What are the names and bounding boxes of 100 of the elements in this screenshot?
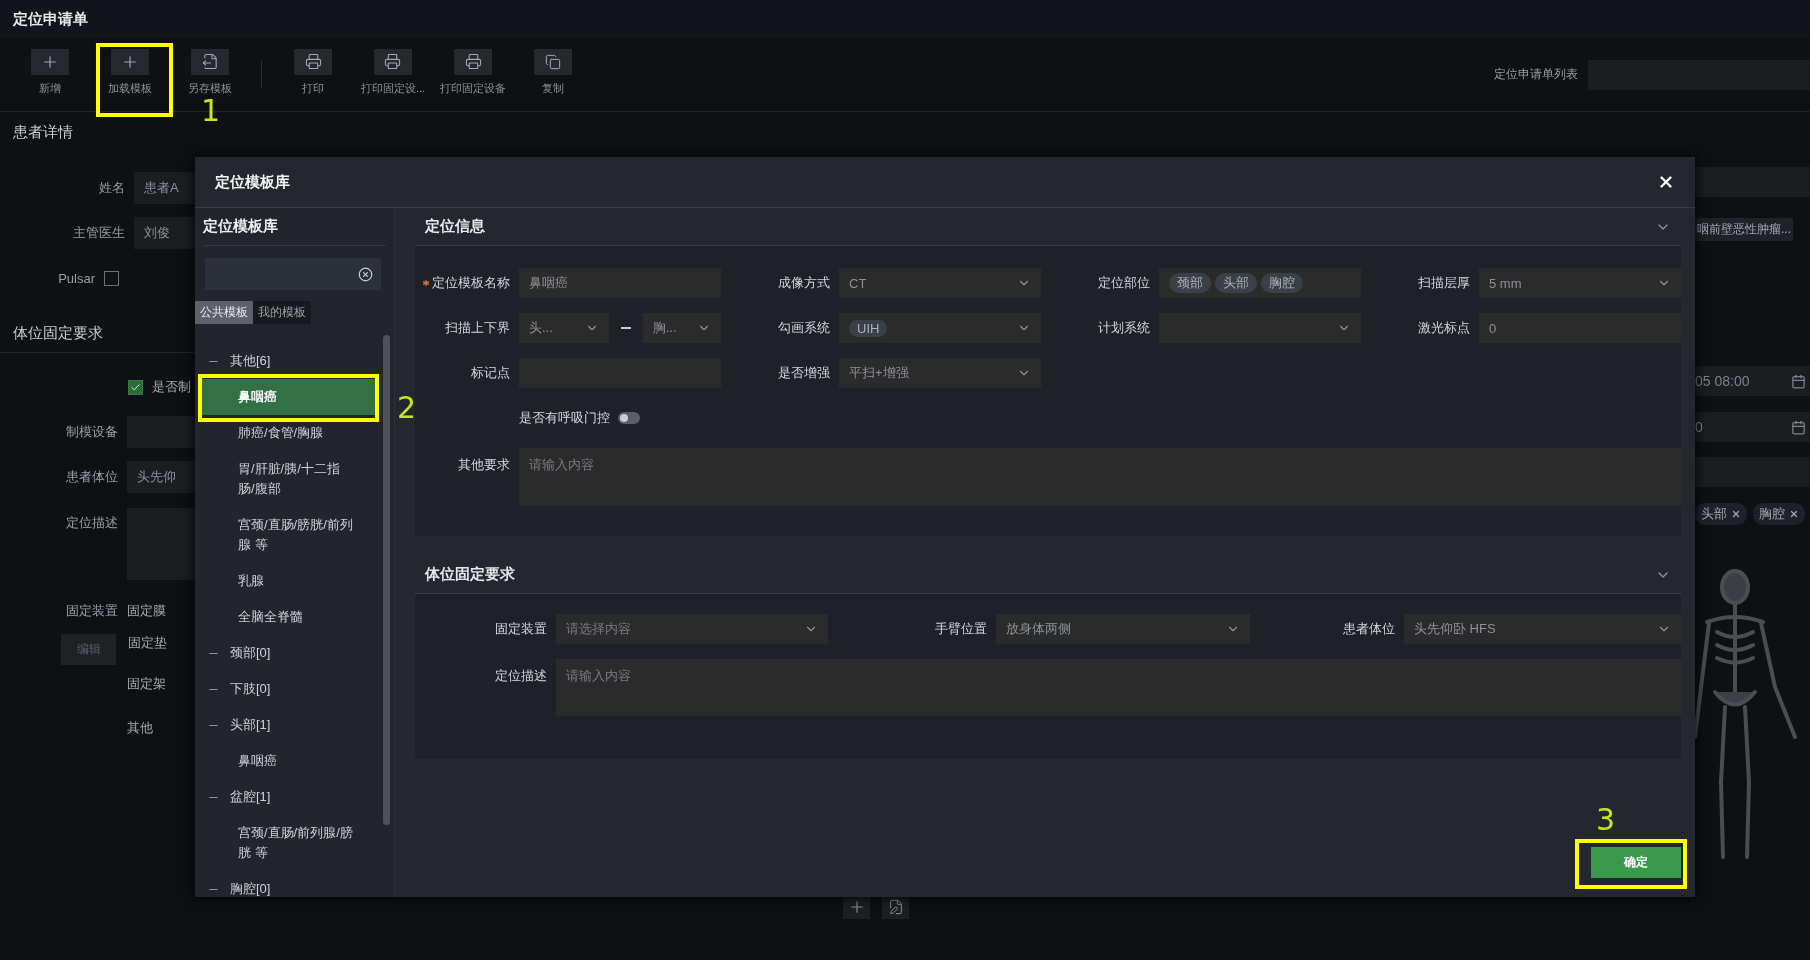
tab[interactable]: 我的模板 xyxy=(253,301,311,324)
input-field[interactable]: 刘俊 xyxy=(134,217,195,249)
step-number: 1 xyxy=(201,96,221,126)
toolbar-button[interactable]: 打印固定设备 xyxy=(440,48,506,101)
tree-group[interactable]: 胸腔[0] xyxy=(230,880,271,897)
toolbar-button[interactable]: 复制 xyxy=(534,48,572,101)
confirm-button[interactable]: 确定 xyxy=(1591,847,1681,878)
input-field[interactable] xyxy=(1695,166,1810,197)
select-field[interactable]: 5 mm xyxy=(1479,268,1681,298)
select-field[interactable]: 放身体两侧 xyxy=(996,614,1250,644)
plus-icon[interactable] xyxy=(843,895,870,919)
select-field[interactable]: CT xyxy=(839,268,1041,298)
field-label: 定位描述 xyxy=(494,667,547,685)
select-field[interactable]: 头... xyxy=(519,313,609,343)
input-field[interactable]: 头先仰 xyxy=(127,461,195,493)
close-button[interactable] xyxy=(1657,173,1675,191)
tag: 颈部 xyxy=(1169,273,1211,293)
tree-item[interactable]: 宫颈/直肠/前列腺/膀胱 等 xyxy=(201,815,378,871)
field-label: 姓名 xyxy=(98,179,125,197)
field-label: 其他要求 xyxy=(457,456,510,474)
field-label: 患者体位 xyxy=(1342,620,1395,638)
step-number: 3 xyxy=(1596,805,1616,835)
field-label: 成像方式 xyxy=(777,274,830,292)
input-field[interactable]: 0 xyxy=(1479,313,1681,343)
checkbox[interactable] xyxy=(104,270,119,286)
input-field[interactable]: 鼻咽癌 xyxy=(519,268,721,298)
select-field[interactable]: 胸... xyxy=(642,313,721,343)
field-label: 固定装置 xyxy=(494,620,547,638)
plus-icon xyxy=(31,48,69,75)
toolbar-button[interactable]: 打印 xyxy=(294,48,332,101)
printer-icon xyxy=(454,48,492,75)
field-label: 勾画系统 xyxy=(777,319,830,337)
tree-group[interactable]: 颈部[0] xyxy=(230,644,271,662)
tree-group[interactable]: 头部[1] xyxy=(230,716,271,734)
select-field[interactable] xyxy=(1159,313,1361,343)
toggle-label: 是否有呼吸门控 xyxy=(519,409,610,427)
file-export-icon xyxy=(191,48,229,75)
device-label: 固定垫 xyxy=(128,633,167,652)
toolbar-button[interactable]: 新增 xyxy=(31,48,69,101)
printer-icon xyxy=(374,48,412,75)
tree-group[interactable]: 其他[6] xyxy=(230,352,271,370)
select-field[interactable]: 头先仰卧 HFS xyxy=(1404,614,1681,644)
tag: 头部 xyxy=(1215,273,1257,293)
checkbox-label: 是否制 xyxy=(152,378,191,396)
close-icon[interactable] xyxy=(1789,509,1799,519)
close-icon[interactable] xyxy=(1731,509,1741,519)
tab[interactable]: 公共模板 xyxy=(195,301,253,324)
tree-item[interactable]: 全脑全脊髓 xyxy=(201,599,378,635)
tag: UIH xyxy=(849,319,888,337)
field-label: 扫描层厚 xyxy=(1417,274,1470,292)
list-label: 定位申请单列表 xyxy=(1494,66,1578,83)
field-label: 标记点 xyxy=(470,364,510,382)
dialog-title: 定位模板库 xyxy=(215,172,290,192)
toggle-switch[interactable] xyxy=(618,412,640,424)
tree-group[interactable]: 盆腔[1] xyxy=(230,788,271,806)
textarea-field[interactable]: 请输入内容 xyxy=(519,448,1681,506)
select-field[interactable]: 平扫+增强 xyxy=(839,358,1041,388)
input-field[interactable] xyxy=(1695,457,1810,487)
input-field[interactable]: 患者A xyxy=(134,172,195,204)
range-dash xyxy=(620,327,631,329)
section-title: 患者详情 xyxy=(13,122,73,142)
plus-icon xyxy=(111,48,149,75)
clear-icon[interactable] xyxy=(358,266,373,282)
printer-icon xyxy=(294,48,332,75)
field-label: Pulsar xyxy=(57,270,95,286)
tree-item[interactable]: 鼻咽癌 xyxy=(201,379,378,415)
check-icon xyxy=(130,381,141,393)
field-label: 是否增强 xyxy=(777,364,830,382)
field-label: 主管医生 xyxy=(72,224,125,242)
field-label: 制模设备 xyxy=(65,423,118,441)
diagnosis-tag: 咽前壁恶性肿瘤... xyxy=(1695,217,1793,241)
textarea-field[interactable]: 请输入内容 xyxy=(556,659,1681,716)
field-label: 固定装置 xyxy=(65,602,118,620)
input-field[interactable] xyxy=(127,416,195,448)
section-title: 定位信息 xyxy=(425,217,485,236)
tree-item[interactable]: 乳腺 xyxy=(201,563,378,599)
step-number: 2 xyxy=(397,393,417,423)
tree-group[interactable]: 下肢[0] xyxy=(230,680,271,698)
toolbar-button[interactable]: 加载模板 xyxy=(108,48,152,101)
checkbox[interactable] xyxy=(128,379,143,395)
tag: 头部 xyxy=(1695,503,1747,525)
date-field[interactable]: 05 08:00 xyxy=(1695,366,1810,396)
select-field[interactable]: UIH xyxy=(839,313,1041,343)
tag-select-field[interactable]: 颈部 头部 胸腔 xyxy=(1159,268,1361,298)
toolbar-button[interactable]: 打印固定设... xyxy=(360,48,426,101)
tree-item[interactable]: 宫颈/直肠/膀胱/前列腺 等 xyxy=(201,507,378,563)
search-field[interactable] xyxy=(205,258,381,290)
tree-item[interactable]: 肺癌/食管/胸腺 xyxy=(201,415,378,451)
scrollbar[interactable] xyxy=(383,335,390,825)
field-label: 手臂位置 xyxy=(934,620,987,638)
file-edit-icon[interactable] xyxy=(882,895,909,919)
device-label: 固定膜 xyxy=(127,602,166,620)
tree-item[interactable]: 胃/肝脏/胰/十二指肠/腹部 xyxy=(201,451,378,507)
tree-item[interactable]: 鼻咽癌 xyxy=(201,743,378,779)
field-label: 计划系统 xyxy=(1097,319,1150,337)
device-label: 固定架 xyxy=(127,675,166,693)
tag: 胸腔 xyxy=(1261,273,1303,293)
copy-icon xyxy=(534,48,572,75)
textarea-field[interactable] xyxy=(127,508,195,580)
select-field[interactable]: 请选择内容 xyxy=(556,614,828,644)
